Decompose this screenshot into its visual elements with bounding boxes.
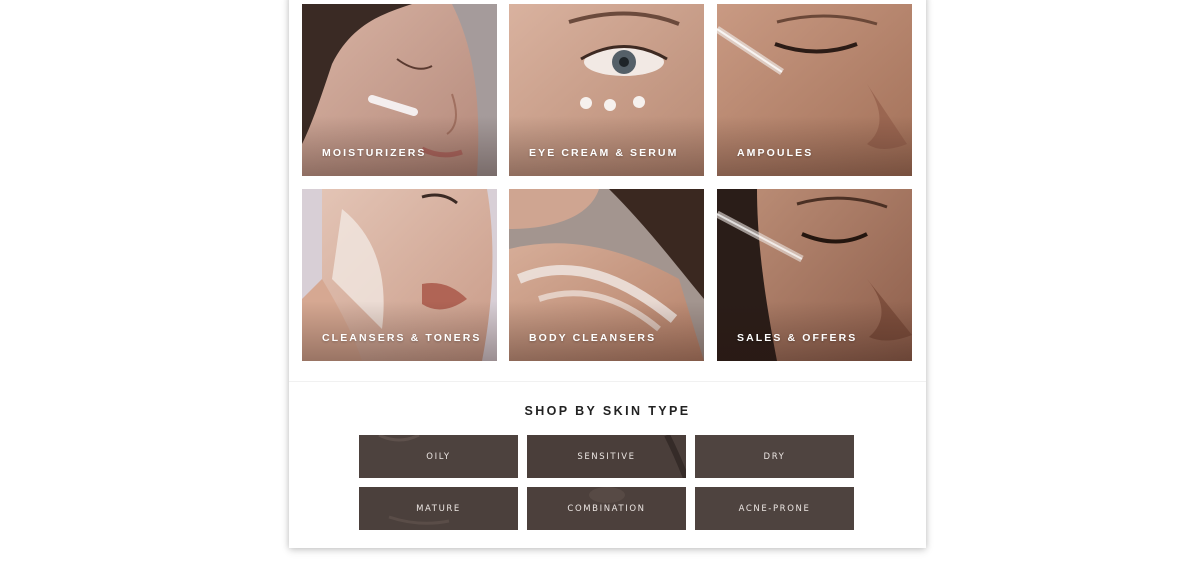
- skin-type-combination-button[interactable]: COMBINATION: [527, 487, 686, 530]
- tile-overlay: [717, 301, 912, 361]
- category-tile-ampoules[interactable]: AMPOULES: [717, 4, 912, 176]
- skin-type-oily-button[interactable]: OILY: [359, 435, 518, 478]
- skin-type-label: MATURE: [416, 503, 461, 514]
- category-tile-moisturizers[interactable]: MOISTURIZERS: [302, 4, 497, 176]
- tile-overlay: [302, 301, 497, 361]
- category-tile-cleansers-toners[interactable]: CLEANSERS & TONERS: [302, 189, 497, 361]
- category-grid: MOISTURIZERS EYE CREAM & SERUM AMPOULES …: [302, 4, 912, 361]
- skin-type-acne-prone-button[interactable]: ACNE-PRONE: [695, 487, 854, 530]
- section-divider: [289, 381, 926, 382]
- category-tile-sales-offers[interactable]: SALES & OFFERS: [717, 189, 912, 361]
- skin-type-label: ACNE-PRONE: [738, 503, 811, 514]
- skin-type-sensitive-button[interactable]: SENSITIVE: [527, 435, 686, 478]
- tile-overlay: [509, 116, 704, 176]
- tile-overlay: [717, 116, 912, 176]
- tile-overlay: [302, 116, 497, 176]
- skin-type-dry-button[interactable]: DRY: [695, 435, 854, 478]
- tile-overlay: [509, 301, 704, 361]
- category-label: BODY CLEANSERS: [529, 332, 657, 344]
- skin-type-heading: SHOP BY SKIN TYPE: [524, 404, 691, 418]
- category-label: MOISTURIZERS: [322, 147, 427, 159]
- skin-type-label: SENSITIVE: [577, 451, 636, 462]
- skin-type-label: OILY: [426, 451, 451, 462]
- category-label: AMPOULES: [737, 147, 814, 159]
- skin-type-label: COMBINATION: [567, 503, 646, 514]
- category-label: CLEANSERS & TONERS: [322, 332, 482, 344]
- category-label: SALES & OFFERS: [737, 332, 858, 344]
- category-label: EYE CREAM & SERUM: [529, 147, 679, 159]
- category-tile-body-cleansers[interactable]: BODY CLEANSERS: [509, 189, 704, 361]
- skin-type-mature-button[interactable]: MATURE: [359, 487, 518, 530]
- category-tile-eye-cream-serum[interactable]: EYE CREAM & SERUM: [509, 4, 704, 176]
- skin-type-label: DRY: [763, 451, 786, 462]
